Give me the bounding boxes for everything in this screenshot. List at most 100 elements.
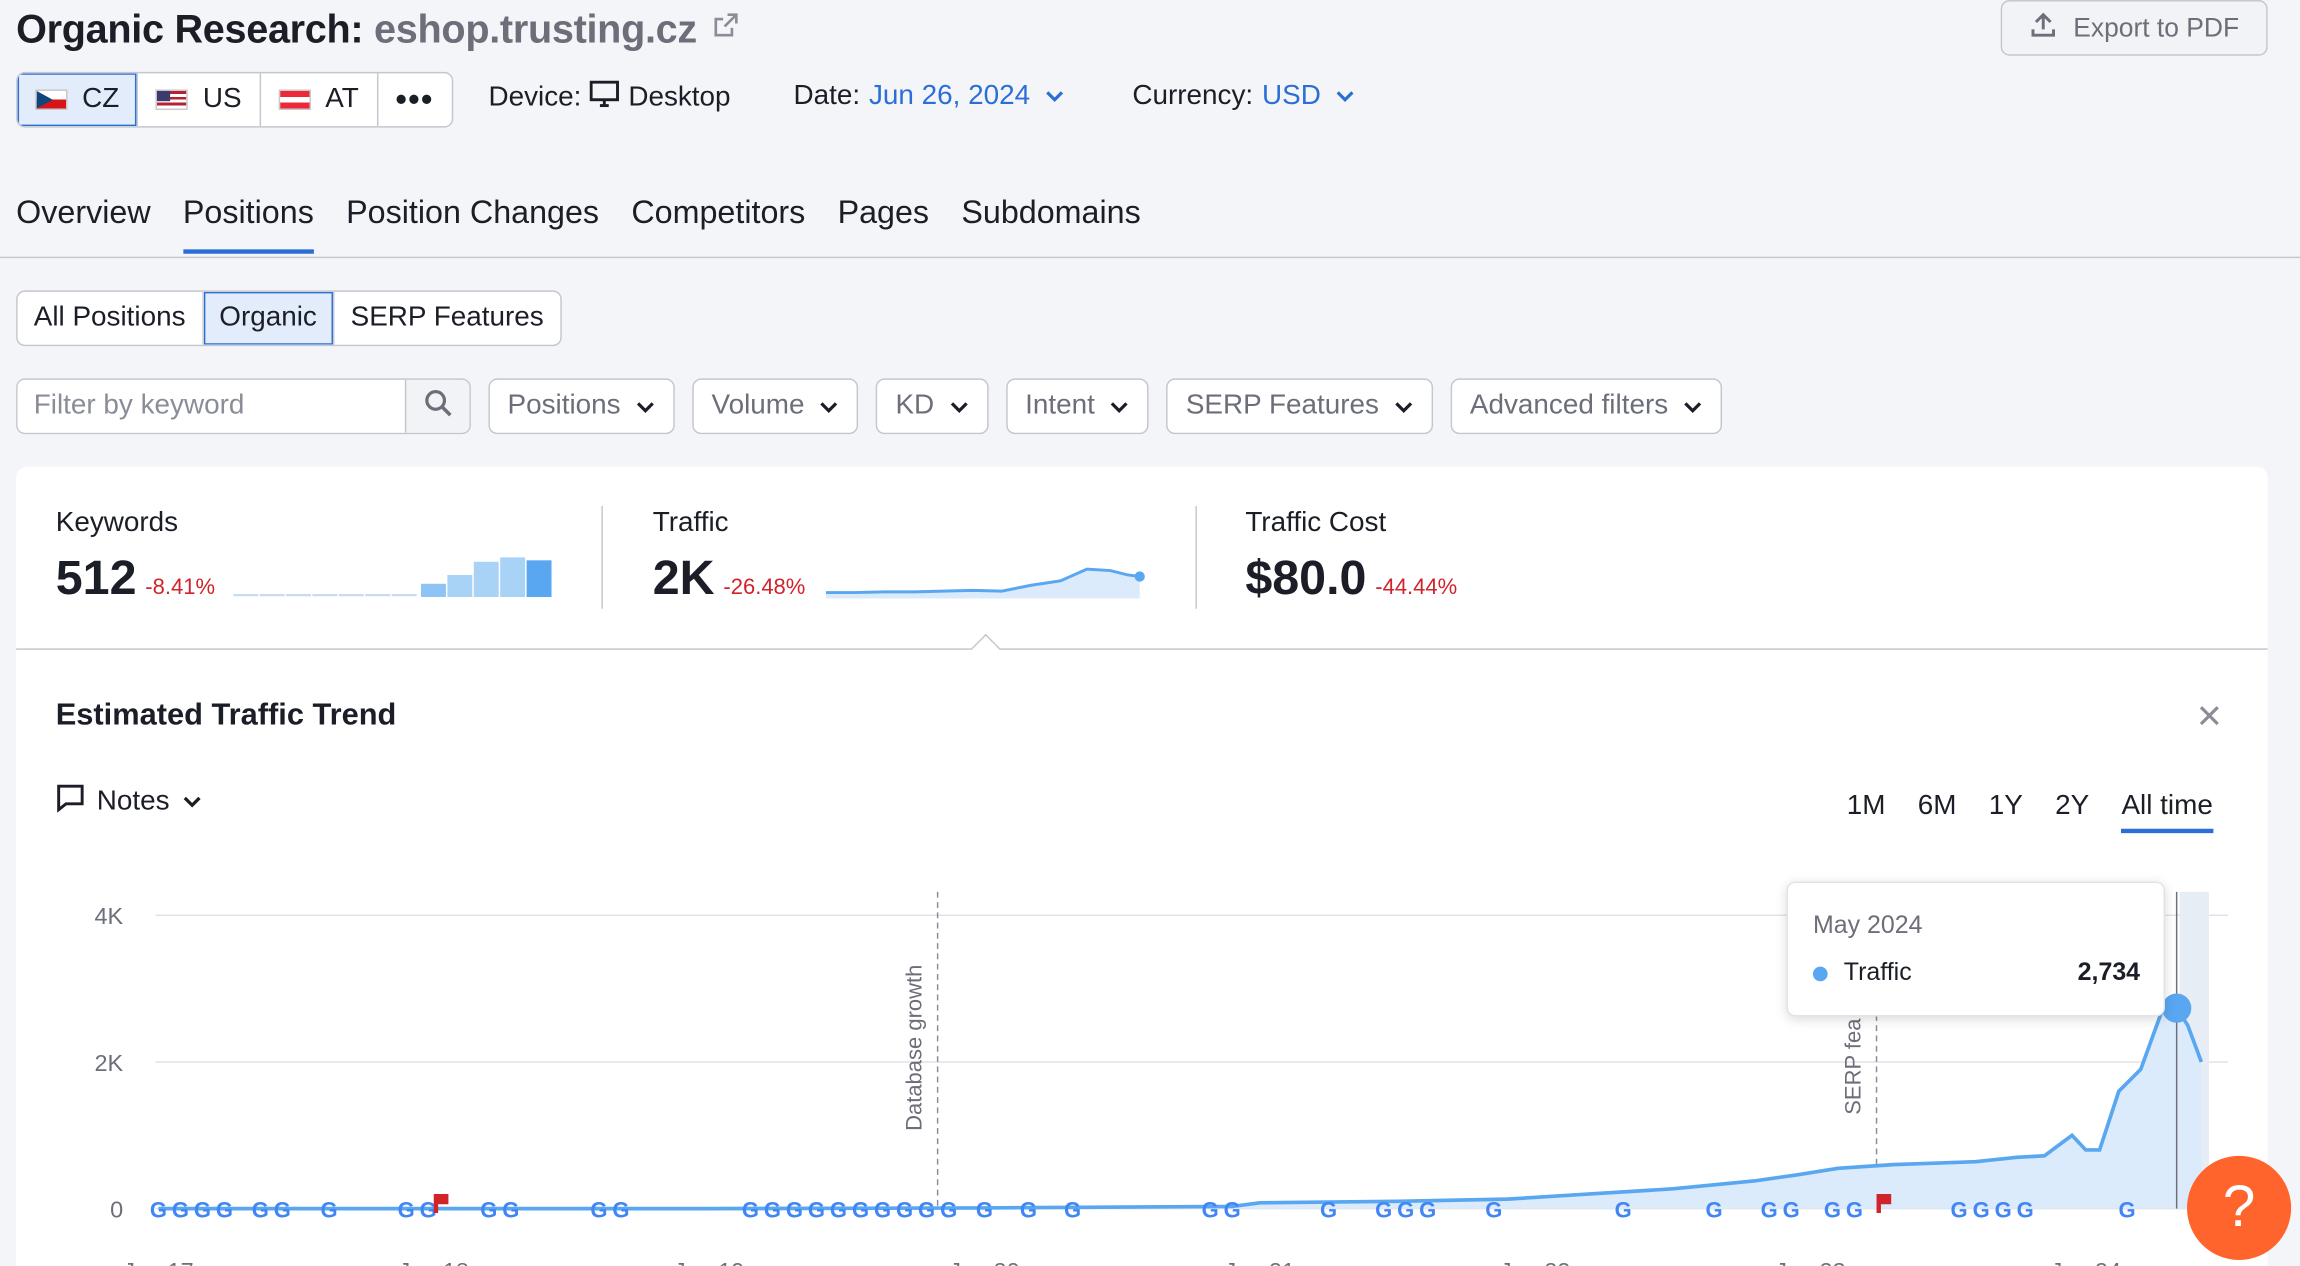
y-tick-label: 4K [95, 903, 124, 929]
positions-filter[interactable]: Positions [488, 378, 675, 435]
chevron-down-icon [949, 392, 970, 424]
help-button[interactable]: ? [2186, 1155, 2292, 1260]
chevron-down-icon [1045, 81, 1066, 113]
range-1m[interactable]: 1M [1847, 791, 1886, 834]
device-value: Desktop [628, 82, 731, 113]
selected-metric-caret [971, 633, 1001, 663]
hovered-point [2161, 993, 2192, 1023]
advanced-filters-label: Advanced filters [1469, 390, 1669, 421]
tab-overview[interactable]: Overview [16, 194, 150, 254]
advanced-filters[interactable]: Advanced filters [1450, 378, 1723, 435]
x-tick-label: Jan 18 [399, 1258, 469, 1266]
close-icon[interactable]: ✕ [2196, 698, 2223, 736]
serp-features-filter-label: SERP Features [1185, 390, 1379, 421]
range-6m[interactable]: 6M [1918, 791, 1957, 834]
x-tick-label: Jan 19 [674, 1258, 744, 1266]
database-at-label: AT [325, 83, 359, 115]
database-selector: CZ US AT ••• [16, 71, 453, 128]
chevron-down-icon [181, 786, 202, 818]
keywords-change: -8.41% [145, 574, 216, 600]
google-update-icon: G [216, 1197, 233, 1222]
date-value: Jun 26, 2024 [868, 80, 1031, 112]
x-tick-label: Jan 20 [949, 1258, 1019, 1266]
tabs-divider [0, 256, 2300, 259]
database-cz[interactable]: CZ [17, 73, 139, 127]
google-update-icon: G [764, 1197, 781, 1222]
google-update-icon: G [1706, 1197, 1723, 1222]
google-update-icon: G [1485, 1197, 1502, 1222]
notes-label: Notes [96, 786, 170, 818]
card-divider [16, 648, 2268, 650]
device-label: Device: [488, 82, 582, 113]
keyword-filter-input[interactable] [17, 379, 405, 433]
google-update-icon: G [1064, 1197, 1081, 1222]
google-update-icon: G [940, 1197, 957, 1222]
keywords-label: Keywords [55, 507, 179, 539]
chevron-down-icon [1110, 392, 1131, 424]
database-us[interactable]: US [138, 73, 261, 127]
intent-filter[interactable]: Intent [1006, 378, 1150, 435]
google-update-icon: G [1973, 1197, 1990, 1222]
google-update-icon: G [1951, 1197, 1968, 1222]
currency-selector[interactable]: Currency: USD [1132, 81, 1356, 113]
google-update-icon: G [172, 1197, 189, 1222]
chevron-down-icon [1335, 81, 1356, 113]
y-tick-label: 2K [95, 1050, 124, 1076]
all-positions-button[interactable]: All Positions [18, 291, 204, 345]
database-cz-label: CZ [82, 83, 120, 115]
chevron-down-icon [819, 392, 840, 424]
google-update-icon: G [786, 1197, 803, 1222]
tab-competitors[interactable]: Competitors [631, 194, 805, 254]
tab-positions[interactable]: Positions [182, 194, 314, 254]
date-selector[interactable]: Date: Jun 26, 2024 [794, 81, 1066, 113]
traffic-metric[interactable]: Traffic 2K -26.48% [653, 508, 806, 606]
kd-filter[interactable]: KD [876, 378, 989, 435]
metric-divider [1195, 506, 1197, 609]
search-button[interactable] [404, 379, 470, 433]
range-2y[interactable]: 2Y [2055, 791, 2089, 834]
keyword-search [16, 378, 471, 435]
traffic-cost-metric[interactable]: Traffic Cost $80.0 -44.44% [1245, 508, 1457, 606]
range-all-time[interactable]: All time [2121, 791, 2213, 834]
google-update-icon: G [852, 1197, 869, 1222]
x-tick-label: Jan 22 [1500, 1258, 1570, 1266]
serp-features-button[interactable]: SERP Features [334, 292, 559, 345]
volume-filter[interactable]: Volume [692, 378, 859, 435]
keywords-value: 512 [55, 550, 137, 605]
organic-button[interactable]: Organic [203, 291, 335, 345]
serp-features-filter[interactable]: SERP Features [1166, 378, 1434, 435]
keywords-metric[interactable]: Keywords 512 -8.41% [56, 508, 215, 606]
database-at[interactable]: AT [261, 73, 378, 127]
google-update-icon: G [1224, 1197, 1241, 1222]
title-domain[interactable]: eshop.trusting.cz [374, 7, 697, 51]
database-us-label: US [202, 83, 242, 115]
range-1y[interactable]: 1Y [1989, 791, 2023, 834]
google-update-icon: G [274, 1197, 291, 1222]
czech-flag-icon [35, 89, 68, 111]
google-update-icon: G [1783, 1197, 1800, 1222]
notes-dropdown[interactable]: Notes [56, 783, 202, 821]
google-update-icon: G [1320, 1197, 1337, 1222]
device-selector[interactable]: Device: Desktop [488, 80, 731, 116]
google-update-icon: G [480, 1197, 497, 1222]
x-tick-label: Jan 23 [1775, 1258, 1845, 1266]
google-update-icon: G [590, 1197, 607, 1222]
tooltip-date: May 2024 [1812, 910, 1923, 939]
us-flag-icon [155, 89, 189, 111]
tooltip-value: 2,734 [2077, 957, 2141, 986]
tab-subdomains[interactable]: Subdomains [961, 194, 1140, 254]
currency-label: Currency: [1132, 80, 1254, 112]
title-prefix: Organic Research: [16, 7, 364, 52]
more-databases-button[interactable]: ••• [378, 73, 452, 126]
google-update-icon: G [1202, 1197, 1219, 1222]
tab-position-changes[interactable]: Position Changes [346, 194, 599, 254]
annotation-label: SERP fea [1840, 1018, 1865, 1115]
traffic-value: 2K [652, 550, 715, 605]
tab-pages[interactable]: Pages [838, 194, 930, 254]
external-link-icon[interactable] [714, 3, 740, 48]
page-title: Organic Research: eshop.trusting.cz [16, 3, 740, 53]
export-pdf-button[interactable]: Export to PDF [2000, 0, 2268, 56]
traffic-cost-label: Traffic Cost [1245, 507, 1387, 539]
desktop-icon [590, 80, 620, 116]
keywords-sparkline [233, 557, 552, 597]
